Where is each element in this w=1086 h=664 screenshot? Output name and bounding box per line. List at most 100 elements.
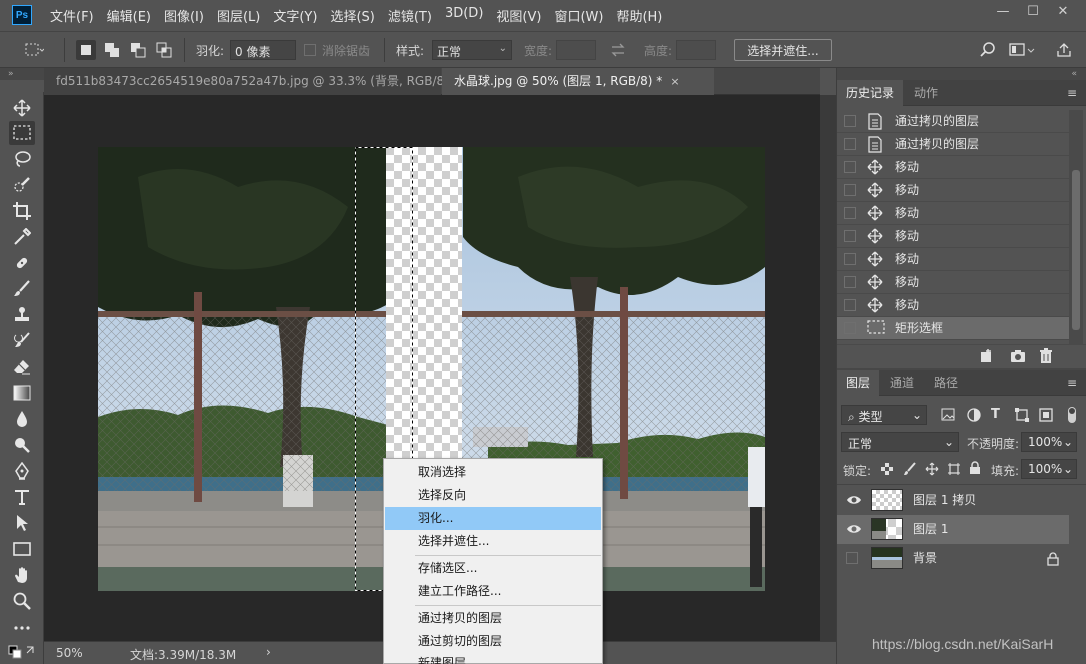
minimize-button[interactable]: —	[988, 4, 1018, 19]
type-icon[interactable]	[9, 485, 35, 509]
lasso-icon[interactable]	[9, 147, 35, 171]
select-and-mask-button[interactable]: 选择并遮住...	[734, 39, 832, 61]
menu-item-new-layer[interactable]: 新建图层...	[385, 652, 601, 664]
style-select[interactable]: 正常 ⌄	[432, 40, 512, 60]
tab-layers[interactable]: 图层	[837, 370, 880, 396]
layer-row-layer1-copy[interactable]: 图层 1 拷贝	[837, 486, 1069, 515]
history-item[interactable]: 通过拷贝的图层	[837, 110, 1069, 133]
menu-edit[interactable]: 编辑(E)	[107, 6, 151, 25]
new-selection-icon[interactable]	[76, 40, 96, 60]
history-source-checkbox[interactable]	[844, 161, 856, 173]
menu-3d[interactable]: 3D(D)	[445, 6, 483, 25]
history-source-checkbox[interactable]	[844, 253, 856, 265]
menu-image[interactable]: 图像(I)	[164, 6, 204, 25]
zoom-icon[interactable]	[9, 589, 35, 613]
fill-input[interactable]: 100% ⌄	[1021, 459, 1077, 479]
layer-row-layer1[interactable]: 图层 1	[837, 515, 1069, 544]
gradient-icon[interactable]	[9, 381, 35, 405]
menu-item-make-work-path[interactable]: 建立工作路径...	[385, 580, 601, 603]
tab-history[interactable]: 历史记录	[837, 80, 904, 106]
lock-pixels-icon[interactable]	[903, 462, 917, 476]
tab-channels[interactable]: 通道	[881, 370, 923, 396]
history-source-checkbox[interactable]	[844, 230, 856, 242]
history-source-checkbox[interactable]	[844, 115, 856, 127]
layer-name[interactable]: 图层 1	[913, 515, 948, 544]
feather-input[interactable]: 0 像素	[230, 40, 296, 60]
new-document-from-state-icon[interactable]	[978, 348, 994, 364]
more-tools-icon[interactable]	[9, 616, 35, 640]
menu-window[interactable]: 窗口(W)	[554, 6, 603, 25]
eye-visibility-icon[interactable]	[846, 494, 862, 506]
blend-mode-select[interactable]: 正常 ⌄	[841, 432, 959, 452]
quick-selection-icon[interactable]	[9, 173, 35, 197]
menu-file[interactable]: 文件(F)	[50, 6, 94, 25]
lock-all-icon[interactable]	[969, 461, 981, 475]
adjustment-filter-icon[interactable]	[967, 408, 981, 422]
eye-visibility-icon[interactable]	[846, 523, 862, 535]
shape-filter-icon[interactable]	[1015, 408, 1029, 422]
dodge-icon[interactable]	[9, 433, 35, 457]
lock-transparency-icon[interactable]	[881, 463, 893, 475]
pixel-layer-filter-icon[interactable]	[941, 408, 955, 421]
rectangle-shape-icon[interactable]	[9, 537, 35, 561]
menu-view[interactable]: 视图(V)	[496, 6, 541, 25]
brush-icon[interactable]	[9, 277, 35, 301]
intersect-selection-icon[interactable]	[154, 40, 174, 60]
menu-item-deselect[interactable]: 取消选择	[385, 461, 601, 484]
tab-actions[interactable]: 动作	[905, 80, 947, 106]
history-brush-icon[interactable]	[9, 329, 35, 353]
menu-item-layer-via-cut[interactable]: 通过剪切的图层	[385, 630, 601, 653]
history-item[interactable]: 通过拷贝的图层	[837, 133, 1069, 156]
trash-icon[interactable]	[1039, 348, 1053, 364]
layer-name[interactable]: 图层 1 拷贝	[913, 486, 976, 515]
layer-name[interactable]: 背景	[913, 544, 937, 573]
path-selection-icon[interactable]	[9, 511, 35, 535]
lock-artboard-icon[interactable]	[947, 462, 961, 476]
swap-dimensions-icon[interactable]	[608, 40, 628, 60]
status-menu-arrow[interactable]: ›	[266, 645, 271, 659]
panel-menu-icon[interactable]: ≡	[1067, 376, 1077, 390]
menu-item-feather[interactable]: 羽化...	[385, 507, 601, 530]
menu-item-save-selection[interactable]: 存储选区...	[385, 557, 601, 580]
history-source-checkbox[interactable]	[844, 138, 856, 150]
blur-icon[interactable]	[9, 407, 35, 431]
move-tool-icon[interactable]	[9, 96, 35, 120]
pen-icon[interactable]	[9, 459, 35, 483]
height-input[interactable]	[676, 40, 716, 60]
color-swatches-icon[interactable]	[5, 640, 39, 664]
history-item[interactable]: 移动	[837, 202, 1069, 225]
rectangular-marquee-icon[interactable]	[9, 121, 35, 145]
zoom-level[interactable]: 50%	[56, 646, 83, 660]
tab-crystal-ball-jpg[interactable]: 水晶球.jpg @ 50% (图层 1, RGB/8) * ×	[442, 68, 714, 95]
hand-icon[interactable]	[9, 563, 35, 587]
panel-collapse-strip[interactable]: «	[837, 68, 1086, 80]
canvas-vertical-scrollbar[interactable]	[820, 95, 836, 641]
history-item[interactable]: 移动	[837, 271, 1069, 294]
close-window-button[interactable]: ✕	[1048, 4, 1078, 19]
tab-fd511b-jpg[interactable]: fd511b83473cc2654519e80a752a47b.jpg @ 33…	[44, 68, 476, 95]
share-icon[interactable]	[1054, 40, 1074, 60]
history-source-checkbox[interactable]	[844, 207, 856, 219]
search-icon[interactable]	[978, 40, 998, 60]
menu-layer[interactable]: 图层(L)	[217, 6, 260, 25]
layer-filter-select[interactable]: ⌕ 类型 ⌄	[841, 405, 927, 425]
history-item-active[interactable]: 矩形选框	[837, 317, 1069, 340]
menu-help[interactable]: 帮助(H)	[616, 6, 662, 25]
history-source-checkbox[interactable]	[844, 276, 856, 288]
tab-paths[interactable]: 路径	[925, 370, 967, 396]
healing-brush-icon[interactable]	[9, 251, 35, 275]
lock-position-icon[interactable]	[925, 462, 939, 476]
add-selection-icon[interactable]	[102, 40, 122, 60]
menu-filter[interactable]: 滤镜(T)	[388, 6, 432, 25]
workspace-icon[interactable]	[1008, 40, 1036, 60]
crop-icon[interactable]	[9, 199, 35, 223]
clone-stamp-icon[interactable]	[9, 303, 35, 327]
layer-row-background[interactable]: 背景	[837, 544, 1069, 573]
subtract-selection-icon[interactable]	[128, 40, 148, 60]
history-item[interactable]: 移动	[837, 294, 1069, 317]
antialias-checkbox[interactable]	[304, 44, 316, 56]
camera-snapshot-icon[interactable]	[1010, 348, 1026, 364]
history-item[interactable]: 移动	[837, 179, 1069, 202]
opacity-input[interactable]: 100% ⌄	[1021, 432, 1077, 452]
history-item[interactable]: 移动	[837, 156, 1069, 179]
